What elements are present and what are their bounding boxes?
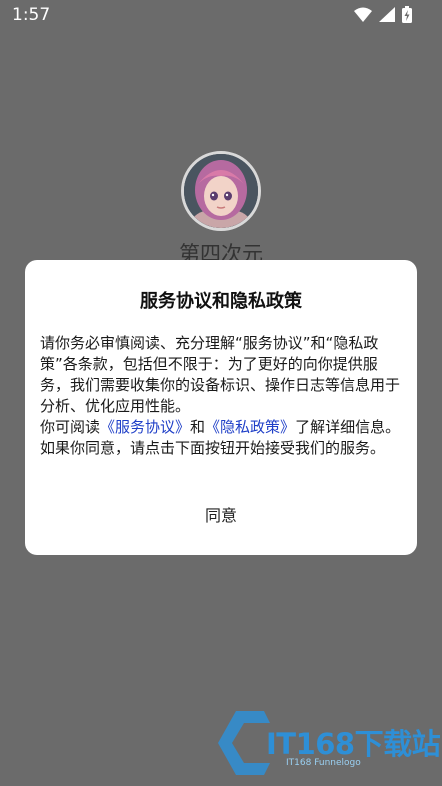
para2-and: 和 — [190, 418, 206, 436]
wifi-icon — [354, 7, 372, 22]
battery-icon — [402, 6, 412, 23]
dialog-paragraph-2: 你可阅读《服务协议》和《隐私政策》了解详细信息。如果你同意，请点击下面按钮开始接… — [40, 417, 404, 459]
dialog-paragraph-1: 请你务必审慎阅读、充分理解“服务协议”和“隐私政策”各条款，包括但不限于：为了更… — [40, 334, 401, 415]
signal-icon — [379, 7, 395, 22]
status-bar: 1:57 — [0, 0, 442, 30]
dialog-title: 服务协议和隐私政策 — [140, 291, 302, 312]
agree-button[interactable]: 同意 — [171, 498, 271, 534]
watermark-subtext: IT168 Funnelogo — [286, 758, 361, 768]
dialog-body: 请你务必审慎阅读、充分理解“服务协议”和“隐私政策”各条款，包括但不限于：为了更… — [40, 333, 404, 459]
avatar-image — [184, 154, 258, 228]
status-time: 1:57 — [12, 5, 51, 25]
watermark-text: IT168下载站 — [266, 727, 441, 761]
watermark-c-icon — [218, 711, 270, 775]
para2-prefix: 你可阅读 — [40, 418, 101, 436]
status-icons — [354, 6, 412, 23]
service-agreement-link[interactable]: 《服务协议》 — [100, 418, 190, 436]
app-avatar — [181, 151, 261, 231]
watermark-logo: IT168下载站 IT168 Funnelogo — [214, 703, 441, 779]
privacy-policy-link[interactable]: 《隐私政策》 — [205, 418, 295, 436]
privacy-dialog: 服务协议和隐私政策 请你务必审慎阅读、充分理解“服务协议”和“隐私政策”各条款，… — [25, 260, 417, 555]
